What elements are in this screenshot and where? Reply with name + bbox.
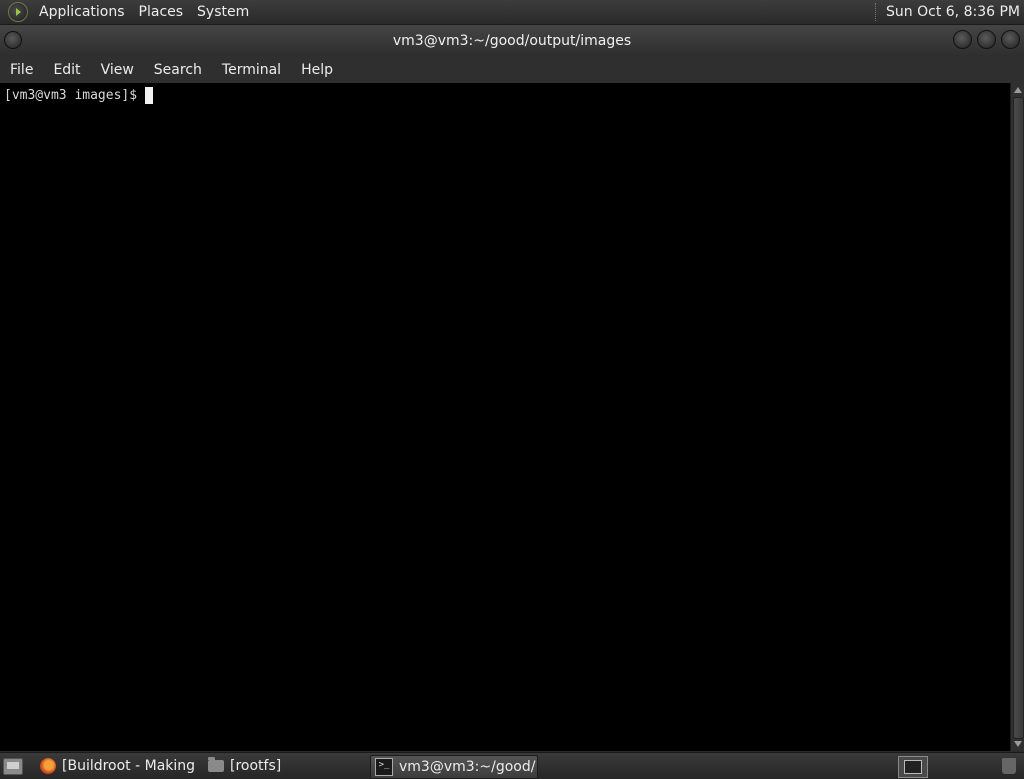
scroll-up-icon[interactable] <box>1014 87 1022 93</box>
menu-search[interactable]: Search <box>144 62 212 78</box>
task-label: [rootfs] <box>230 758 282 774</box>
distro-logo-icon[interactable] <box>8 2 28 22</box>
menu-edit[interactable]: Edit <box>43 62 90 78</box>
scroll-down-icon[interactable] <box>1014 741 1022 747</box>
folder-icon <box>208 757 224 772</box>
window-menu-icon[interactable] <box>4 31 22 49</box>
minimize-button[interactable] <box>953 30 972 49</box>
task-rootfs[interactable]: [rootfs] <box>204 755 364 777</box>
maximize-button[interactable] <box>977 30 996 49</box>
workspace-window-thumbnail <box>904 760 922 774</box>
menu-terminal[interactable]: Terminal <box>212 62 291 78</box>
close-button[interactable] <box>1001 30 1020 49</box>
window-titlebar[interactable]: vm3@vm3:~/good/output/images <box>0 25 1024 56</box>
system-menu[interactable]: System <box>190 4 256 20</box>
show-desktop-icon[interactable] <box>3 758 23 775</box>
trash-icon[interactable] <box>1002 758 1016 774</box>
places-menu[interactable]: Places <box>132 4 191 20</box>
firefox-icon <box>40 758 56 774</box>
scroll-thumb[interactable] <box>1013 97 1024 739</box>
bottom-panel: [Buildroot - Making ... [rootfs] >_ vm3@… <box>0 752 1024 779</box>
task-label: vm3@vm3:~/good/... <box>399 759 538 775</box>
prompt-line: [vm3@vm3 images]$ <box>4 87 154 104</box>
task-label: [Buildroot - Making ... <box>62 758 200 774</box>
terminal-icon: >_ <box>375 758 393 776</box>
applications-menu[interactable]: Applications <box>32 4 132 20</box>
vertical-scrollbar[interactable] <box>1010 83 1024 751</box>
menu-view[interactable]: View <box>91 62 144 78</box>
task-terminal[interactable]: >_ vm3@vm3:~/good/... <box>370 755 538 779</box>
shell-prompt: [vm3@vm3 images]$ <box>4 88 138 103</box>
menu-file[interactable]: File <box>0 62 43 78</box>
menubar: File Edit View Search Terminal Help <box>0 56 1024 83</box>
menu-help[interactable]: Help <box>291 62 343 78</box>
text-cursor <box>145 87 154 104</box>
window-title: vm3@vm3:~/good/output/images <box>392 32 632 49</box>
workspace-switcher[interactable] <box>898 756 928 778</box>
clock[interactable]: Sun Oct 6, 8:36 PM <box>878 4 1024 20</box>
window-controls <box>953 30 1020 49</box>
panel-menu: Applications Places System <box>0 2 256 22</box>
terminal-area[interactable]: [vm3@vm3 images]$ <box>0 83 1010 751</box>
task-firefox[interactable]: [Buildroot - Making ... <box>36 755 200 777</box>
terminal-window: vm3@vm3:~/good/output/images File Edit V… <box>0 25 1024 751</box>
top-panel: Applications Places System Sun Oct 6, 8:… <box>0 0 1024 25</box>
